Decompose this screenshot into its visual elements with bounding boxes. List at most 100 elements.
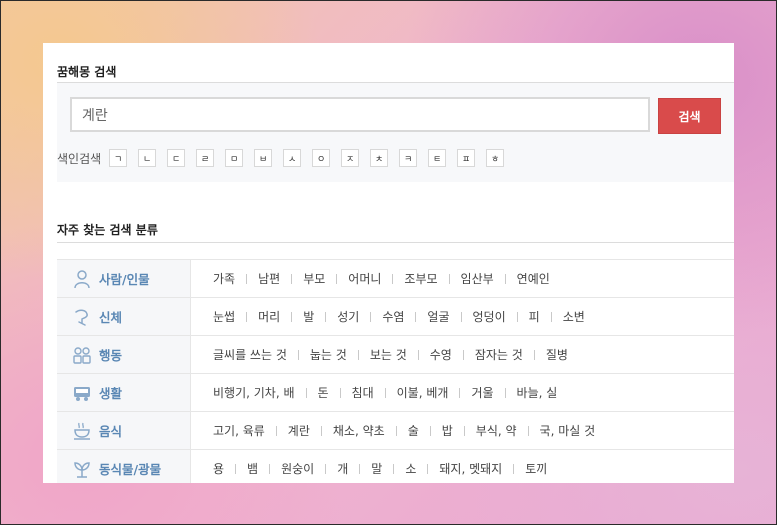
category-item[interactable]: 소변 — [563, 308, 585, 325]
category-item[interactable]: 얼굴 — [427, 308, 449, 325]
separator — [417, 349, 419, 360]
index-key-pieup[interactable]: ㅍ — [457, 149, 476, 167]
category-item[interactable]: 원숭이 — [281, 460, 314, 477]
category-items: 글씨를 쓰는 것 눕는 것 보는 것 수영 잠자는 것 질병 — [191, 336, 568, 373]
separator — [459, 387, 461, 398]
category-row: 신체 눈썹 머리 발 성기 수염 얼굴 엉덩이 피 소변 — [57, 297, 734, 335]
category-item[interactable]: 돈 — [318, 384, 329, 401]
category-item[interactable]: 고기, 육류 — [213, 422, 265, 439]
category-item[interactable]: 바늘, 실 — [517, 384, 558, 401]
separator — [550, 311, 552, 322]
category-item[interactable]: 뱀 — [247, 460, 258, 477]
person-icon — [71, 268, 93, 290]
category-item[interactable]: 성기 — [337, 308, 359, 325]
food-icon — [71, 420, 93, 442]
category-person[interactable]: 사람/인물 — [57, 260, 191, 297]
category-item[interactable]: 비행기, 기차, 배 — [213, 384, 295, 401]
index-key-ieung[interactable]: ㅇ — [312, 149, 331, 167]
category-item[interactable]: 글씨를 쓰는 것 — [213, 346, 287, 363]
category-item[interactable]: 남편 — [258, 270, 280, 287]
category-item[interactable]: 수영 — [430, 346, 452, 363]
category-item[interactable]: 눈썹 — [213, 308, 235, 325]
category-item[interactable]: 계란 — [288, 422, 310, 439]
category-animals-plants-minerals[interactable]: 동식물/광물 — [57, 450, 191, 483]
category-item[interactable]: 말 — [371, 460, 382, 477]
category-item[interactable]: 밥 — [442, 422, 453, 439]
search-input[interactable] — [70, 97, 650, 132]
category-item[interactable]: 거울 — [471, 384, 493, 401]
separator — [415, 311, 417, 322]
category-item[interactable]: 부식, 약 — [476, 422, 517, 439]
category-action[interactable]: 행동 — [57, 336, 191, 373]
category-body[interactable]: 신체 — [57, 298, 191, 335]
separator — [291, 311, 293, 322]
index-key-bieup[interactable]: ㅂ — [254, 149, 273, 167]
index-key-jieut[interactable]: ㅈ — [341, 149, 360, 167]
category-item[interactable]: 국, 마실 것 — [540, 422, 596, 439]
category-name: 음식 — [99, 424, 123, 439]
category-item[interactable]: 연예인 — [517, 270, 550, 287]
category-item[interactable]: 질병 — [546, 346, 568, 363]
category-item[interactable]: 개 — [337, 460, 348, 477]
category-name: 행동 — [99, 348, 123, 363]
separator — [513, 463, 515, 474]
category-item[interactable]: 이불, 베개 — [397, 384, 449, 401]
category-item[interactable]: 돼지, 멧돼지 — [439, 460, 502, 477]
people-icon — [71, 344, 93, 366]
category-row: 행동 글씨를 쓰는 것 눕는 것 보는 것 수영 잠자는 것 질병 — [57, 335, 734, 373]
category-name: 사람/인물 — [99, 272, 150, 287]
index-key-nieun[interactable]: ㄴ — [138, 149, 157, 167]
category-item[interactable]: 토끼 — [525, 460, 547, 477]
category-item[interactable]: 보는 것 — [370, 346, 407, 363]
separator — [427, 463, 429, 474]
separator — [370, 311, 372, 322]
separator — [463, 425, 465, 436]
index-key-mieum[interactable]: ㅁ — [225, 149, 244, 167]
category-item[interactable]: 머리 — [258, 308, 280, 325]
separator — [336, 273, 338, 284]
category-item[interactable]: 부모 — [303, 270, 325, 287]
separator — [269, 463, 271, 474]
separator — [235, 463, 237, 474]
category-item[interactable]: 가족 — [213, 270, 235, 287]
separator — [429, 425, 431, 436]
category-item[interactable]: 피 — [529, 308, 540, 325]
category-item[interactable]: 엉덩이 — [473, 308, 506, 325]
category-row: 생활 비행기, 기차, 배 돈 침대 이불, 베개 거울 바늘, 실 — [57, 373, 734, 411]
separator — [246, 311, 248, 322]
index-key-kieuk[interactable]: ㅋ — [399, 149, 418, 167]
index-key-giyeok[interactable]: ㄱ — [109, 149, 128, 167]
category-item[interactable]: 눕는 것 — [310, 346, 347, 363]
category-item[interactable]: 임산부 — [461, 270, 494, 287]
plant-icon — [71, 458, 93, 480]
category-item[interactable]: 잠자는 것 — [475, 346, 523, 363]
category-item[interactable]: 발 — [303, 308, 314, 325]
separator — [320, 425, 322, 436]
index-key-digeut[interactable]: ㄷ — [167, 149, 186, 167]
category-food[interactable]: 음식 — [57, 412, 191, 449]
category-item[interactable]: 어머니 — [348, 270, 381, 287]
section-title-categories: 자주 찾는 검색 분류 — [57, 223, 158, 237]
separator — [246, 273, 248, 284]
search-button[interactable]: 검색 — [658, 98, 721, 134]
index-key-hieut[interactable]: ㅎ — [486, 149, 505, 167]
category-item[interactable]: 수염 — [382, 308, 404, 325]
search-area: 검색 색인검색 ㄱ ㄴ ㄷ ㄹ ㅁ ㅂ ㅅ ㅇ ㅈ ㅊ ㅋ ㅌ ㅍ ㅎ — [57, 83, 734, 182]
separator — [291, 273, 293, 284]
category-item[interactable]: 침대 — [352, 384, 374, 401]
separator — [516, 311, 518, 322]
category-item[interactable]: 소 — [405, 460, 416, 477]
category-item[interactable]: 용 — [213, 460, 224, 477]
category-life[interactable]: 생활 — [57, 374, 191, 411]
category-item[interactable]: 조부모 — [404, 270, 437, 287]
index-key-siot[interactable]: ㅅ — [283, 149, 302, 167]
separator — [533, 349, 535, 360]
index-key-chieut[interactable]: ㅊ — [370, 149, 389, 167]
category-item[interactable]: 채소, 약초 — [333, 422, 385, 439]
category-item[interactable]: 술 — [408, 422, 419, 439]
separator — [339, 387, 341, 398]
separator — [325, 463, 327, 474]
separator — [357, 349, 359, 360]
index-key-rieul[interactable]: ㄹ — [196, 149, 215, 167]
index-key-tieut[interactable]: ㅌ — [428, 149, 447, 167]
